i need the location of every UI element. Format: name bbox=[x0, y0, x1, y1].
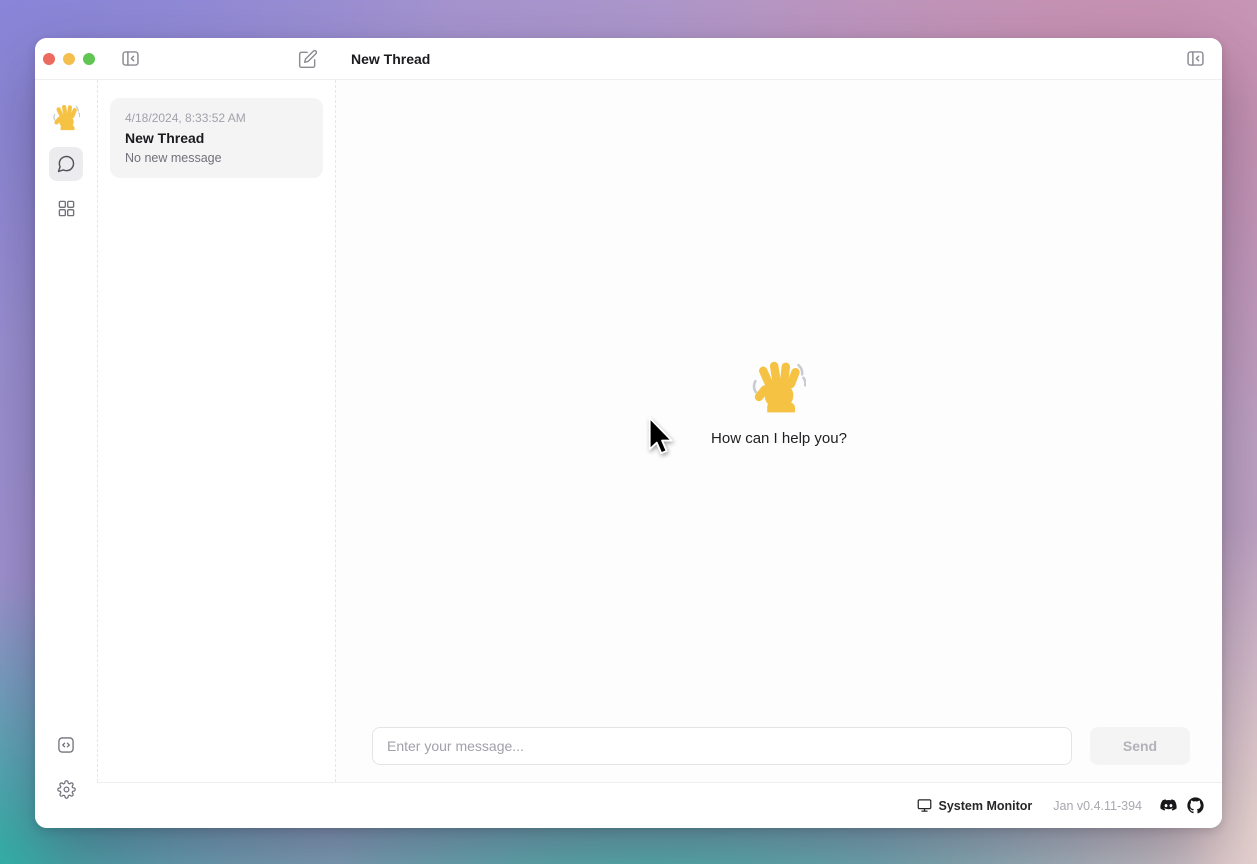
github-link[interactable] bbox=[1187, 797, 1204, 814]
chat-main-panel: How can I help you? Send bbox=[336, 80, 1222, 782]
message-input[interactable] bbox=[372, 727, 1072, 765]
main-header: New Thread bbox=[336, 38, 1222, 79]
zoom-button[interactable] bbox=[83, 53, 95, 65]
sidebar-item-systems[interactable] bbox=[49, 191, 83, 225]
app-body: 4/18/2024, 8:33:52 AM New Thread No new … bbox=[35, 80, 1222, 828]
minimize-button[interactable] bbox=[63, 53, 75, 65]
content-row: 4/18/2024, 8:33:52 AM New Thread No new … bbox=[97, 80, 1222, 782]
thread-list-item[interactable]: 4/18/2024, 8:33:52 AM New Thread No new … bbox=[110, 98, 323, 178]
greeting-text: How can I help you? bbox=[711, 430, 847, 447]
sidebar-item-threads[interactable] bbox=[49, 147, 83, 181]
thread-subtitle: No new message bbox=[125, 151, 308, 165]
jan-app-window: New Thread bbox=[35, 38, 1222, 828]
wave-hand-emoji bbox=[752, 360, 806, 414]
collapse-left-panel-button[interactable] bbox=[117, 46, 143, 72]
message-composer: Send bbox=[336, 727, 1222, 782]
gear-icon bbox=[57, 780, 76, 799]
close-button[interactable] bbox=[43, 53, 55, 65]
thread-title: New Thread bbox=[125, 130, 308, 146]
status-bar: System Monitor Jan v0.4.11-394 bbox=[97, 782, 1222, 828]
panel-collapse-icon bbox=[120, 48, 141, 69]
social-links bbox=[1159, 796, 1204, 815]
grid-icon bbox=[57, 199, 76, 218]
collapse-right-panel-button[interactable] bbox=[1182, 46, 1208, 72]
titlebar: New Thread bbox=[35, 38, 1222, 80]
chat-bubble-icon bbox=[56, 154, 76, 174]
thread-timestamp: 4/18/2024, 8:33:52 AM bbox=[125, 111, 308, 125]
panel-collapse-icon bbox=[1185, 48, 1206, 69]
new-thread-button[interactable] bbox=[295, 46, 321, 72]
discord-icon bbox=[1159, 796, 1178, 815]
sidebar-rail bbox=[35, 80, 97, 828]
api-server-code-icon bbox=[56, 735, 76, 755]
sidebar-item-settings[interactable] bbox=[49, 772, 83, 806]
system-monitor-toggle[interactable]: System Monitor bbox=[917, 798, 1033, 813]
compose-icon bbox=[298, 49, 318, 69]
thread-list-header bbox=[97, 38, 336, 79]
empty-state: How can I help you? bbox=[336, 80, 1222, 727]
traffic-lights bbox=[35, 38, 97, 79]
app-version: Jan v0.4.11-394 bbox=[1053, 799, 1142, 813]
app-logo-wave-icon bbox=[53, 104, 80, 131]
system-monitor-label: System Monitor bbox=[939, 799, 1033, 813]
right-part: 4/18/2024, 8:33:52 AM New Thread No new … bbox=[97, 80, 1222, 828]
github-icon bbox=[1187, 797, 1204, 814]
sidebar-item-local-api-server[interactable] bbox=[49, 728, 83, 762]
page-title: New Thread bbox=[351, 51, 430, 67]
thread-list-panel: 4/18/2024, 8:33:52 AM New Thread No new … bbox=[97, 80, 336, 782]
send-button[interactable]: Send bbox=[1090, 727, 1190, 765]
discord-link[interactable] bbox=[1159, 796, 1178, 815]
monitor-icon bbox=[917, 798, 932, 813]
